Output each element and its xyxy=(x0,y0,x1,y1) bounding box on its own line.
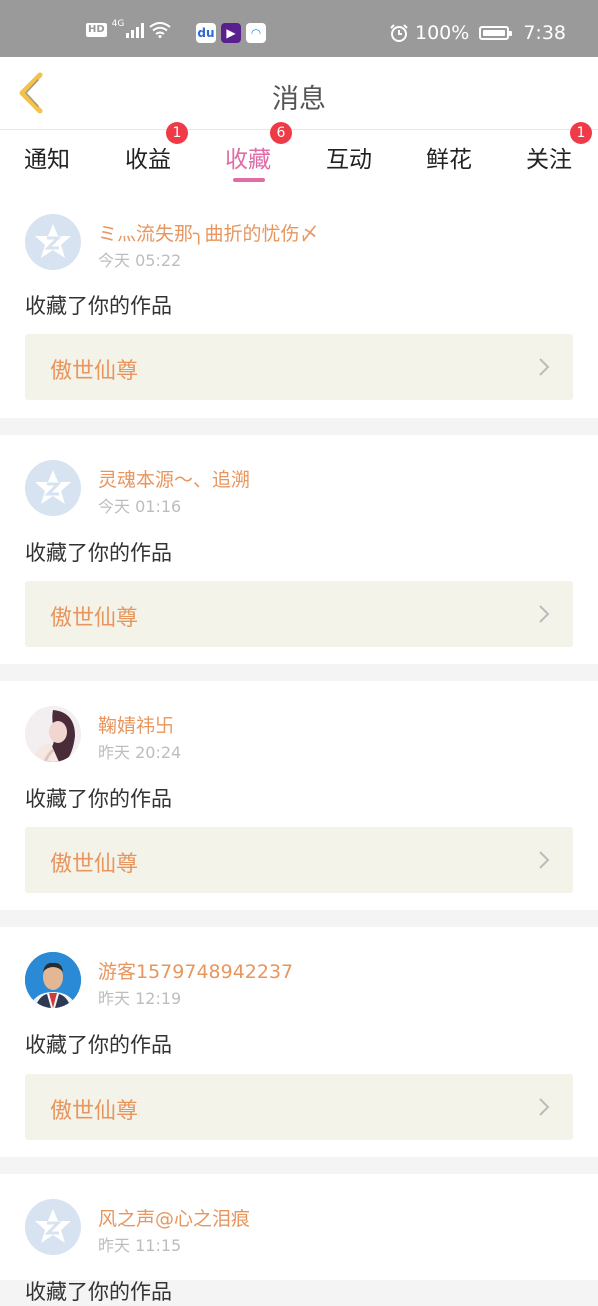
signal-icon xyxy=(126,22,145,38)
message-item: 灵魂本源～、追溯 今天 01:16 收藏了你的作品 傲世仙尊 xyxy=(0,435,598,664)
bird-app-icon: ◠ xyxy=(246,23,266,43)
message-time: 昨天 12:19 xyxy=(98,989,182,1008)
message-item: 风之声@心之泪痕 昨天 11:15 收藏了你的作品 xyxy=(0,1174,598,1304)
chevron-right-icon xyxy=(539,358,550,376)
battery-icon xyxy=(479,26,513,40)
action-text: 收藏了你的作品 xyxy=(25,294,172,318)
chevron-right-icon xyxy=(539,1098,550,1116)
action-text: 收藏了你的作品 xyxy=(25,541,172,565)
action-text: 收藏了你的作品 xyxy=(25,787,172,811)
username-link[interactable]: 灵魂本源～、追溯 xyxy=(98,465,250,492)
notification-app-icons: du ▶ ◠ xyxy=(196,23,266,43)
tab-income[interactable]: 收益 xyxy=(125,140,171,174)
work-title: 傲世仙尊 xyxy=(50,606,139,631)
alarm-icon xyxy=(390,24,408,42)
status-right: 100% 7:38 xyxy=(389,22,566,44)
user-photo-man[interactable] xyxy=(25,952,81,1008)
username-link[interactable]: 风之声@心之泪痕 xyxy=(98,1204,250,1231)
wifi-icon xyxy=(149,22,171,38)
work-link[interactable]: 傲世仙尊 xyxy=(25,334,573,400)
message-item: ミ灬流失那╮曲折的忧伤〆 今天 05:22 收藏了你的作品 傲世仙尊 xyxy=(0,194,598,418)
work-link[interactable]: 傲世仙尊 xyxy=(25,1074,573,1140)
tab-notice[interactable]: 通知 xyxy=(24,140,70,174)
baidu-icon: du xyxy=(196,23,216,43)
message-time: 今天 05:22 xyxy=(98,251,182,270)
work-title: 傲世仙尊 xyxy=(50,359,139,384)
tab-follow[interactable]: 关注 xyxy=(526,140,572,174)
work-link[interactable]: 傲世仙尊 xyxy=(25,827,573,893)
message-item: 游客1579748942237 昨天 12:19 收藏了你的作品 傲世仙尊 xyxy=(0,927,598,1157)
tab-flowers[interactable]: 鲜花 xyxy=(426,140,472,174)
message-item: 鞠婧祎卐 昨天 20:24 收藏了你的作品 傲世仙尊 xyxy=(0,681,598,910)
user-photo-woman[interactable] xyxy=(25,706,81,762)
default-avatar-icon[interactable] xyxy=(25,1199,81,1255)
status-bar: HD 4G du ▶ ◠ 100% 7:38 xyxy=(0,0,598,57)
message-time: 今天 01:16 xyxy=(98,497,182,516)
tab-favorites-badge: 6 xyxy=(270,122,292,144)
hd-icon: HD xyxy=(86,23,107,37)
header: 消息 xyxy=(0,57,598,130)
username-link[interactable]: ミ灬流失那╮曲折的忧伤〆 xyxy=(98,219,318,246)
message-time: 昨天 11:15 xyxy=(98,1236,182,1255)
clock: 7:38 xyxy=(523,22,566,44)
tab-interaction[interactable]: 互动 xyxy=(326,140,372,174)
battery-percent: 100% xyxy=(415,22,470,44)
tab-income-badge: 1 xyxy=(166,122,188,144)
status-left: HD 4G xyxy=(86,19,171,38)
action-text: 收藏了你的作品 xyxy=(25,1033,172,1057)
work-title: 傲世仙尊 xyxy=(50,852,139,877)
tab-bar: 通知 收益 1 收藏 6 互动 鲜花 关注 1 xyxy=(0,122,598,194)
work-link[interactable]: 傲世仙尊 xyxy=(25,581,573,647)
video-app-icon: ▶ xyxy=(221,23,241,43)
default-avatar-icon[interactable] xyxy=(25,460,81,516)
chevron-right-icon xyxy=(539,851,550,869)
work-title: 傲世仙尊 xyxy=(50,1099,139,1124)
network-type-label: 4G xyxy=(111,19,125,29)
active-tab-indicator xyxy=(233,178,265,182)
default-avatar-icon[interactable] xyxy=(25,214,81,270)
username-link[interactable]: 游客1579748942237 xyxy=(98,957,293,984)
chevron-right-icon xyxy=(539,605,550,623)
message-time: 昨天 20:24 xyxy=(98,743,182,762)
action-text: 收藏了你的作品 xyxy=(25,1280,172,1304)
username-link[interactable]: 鞠婧祎卐 xyxy=(98,711,174,738)
tab-follow-badge: 1 xyxy=(570,122,592,144)
page-title: 消息 xyxy=(272,84,326,115)
tab-favorites[interactable]: 收藏 xyxy=(225,140,271,174)
